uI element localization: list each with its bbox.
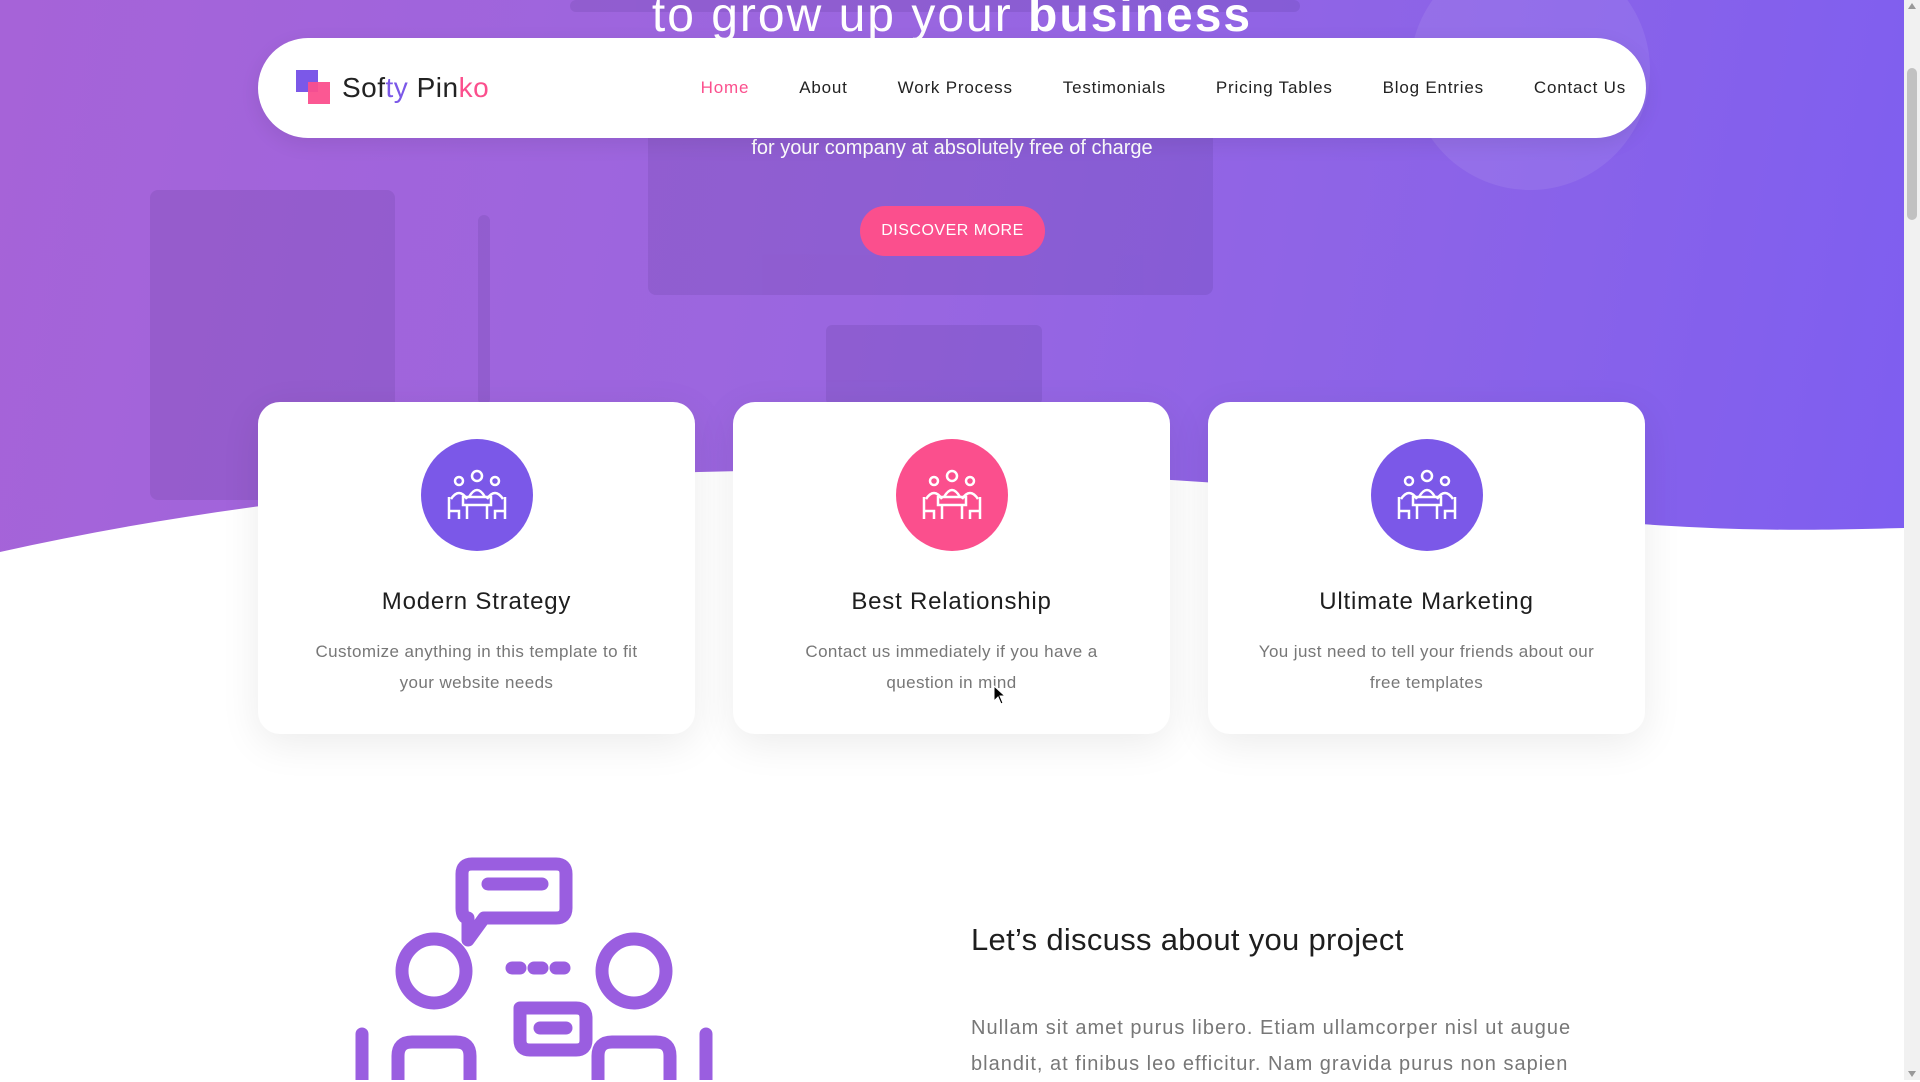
- scroll-up-arrow-icon[interactable]: [1908, 3, 1916, 9]
- discussion-illustration-icon: [355, 857, 713, 1080]
- hero-subtitle: for your company at absolutely free of c…: [751, 137, 1153, 159]
- nav-item-about[interactable]: About: [799, 78, 847, 98]
- meeting-icon: [896, 439, 1008, 551]
- logo-text-part: ty: [385, 72, 409, 103]
- nav-item-home[interactable]: Home: [701, 78, 750, 98]
- feature-card-best-relationship: Best Relationship Contact us immediately…: [733, 402, 1170, 734]
- hero-title: to grow up your business: [0, 0, 1904, 43]
- site-logo[interactable]: Softy Pinko: [296, 70, 489, 106]
- feature-card-modern-strategy: Modern Strategy Customize anything in th…: [258, 402, 695, 734]
- feature-title: Best Relationship: [851, 588, 1052, 615]
- page-scrollbar[interactable]: [1904, 0, 1920, 1080]
- feature-title: Ultimate Marketing: [1319, 588, 1534, 615]
- logo-text: Softy Pinko: [342, 72, 489, 104]
- nav-menu: Home About Work Process Testimonials Pri…: [701, 38, 1646, 138]
- about-section-text: Nullam sit amet purus libero. Etiam ulla…: [971, 1017, 1572, 1075]
- feature-description: Customize anything in this template to f…: [315, 642, 638, 692]
- nav-item-contact-us[interactable]: Contact Us: [1534, 78, 1626, 98]
- discover-more-button[interactable]: DISCOVER MORE: [860, 206, 1045, 256]
- logo-text-part: Sof: [342, 72, 386, 103]
- feature-description: You just need to tell your friends about…: [1258, 642, 1595, 692]
- nav-item-pricing-tables[interactable]: Pricing Tables: [1216, 78, 1333, 98]
- meeting-icon: [1371, 439, 1483, 551]
- feature-card-ultimate-marketing: Ultimate Marketing You just need to tell…: [1208, 402, 1645, 734]
- feature-title: Modern Strategy: [381, 588, 572, 615]
- nav-item-work-process[interactable]: Work Process: [898, 78, 1013, 98]
- top-navbar: Softy Pinko Home About Work Process Test…: [258, 38, 1646, 138]
- logo-text-part: ko: [458, 72, 490, 103]
- meeting-icon: [421, 439, 533, 551]
- nav-item-testimonials[interactable]: Testimonials: [1063, 78, 1166, 98]
- logo-mark-icon: [296, 70, 332, 106]
- feature-description: Contact us immediately if you have a que…: [805, 642, 1098, 692]
- scroll-down-arrow-icon[interactable]: [1908, 1071, 1916, 1077]
- logo-text-part: Pin: [408, 72, 459, 103]
- hero-title-bold: business: [1028, 0, 1253, 42]
- hero-title-text: to grow up your: [651, 0, 1013, 42]
- about-section-title: Let’s discuss about you project: [971, 922, 1404, 957]
- mouse-cursor-icon: [993, 685, 1007, 705]
- scrollbar-thumb[interactable]: [1907, 68, 1917, 220]
- nav-item-blog-entries[interactable]: Blog Entries: [1383, 78, 1484, 98]
